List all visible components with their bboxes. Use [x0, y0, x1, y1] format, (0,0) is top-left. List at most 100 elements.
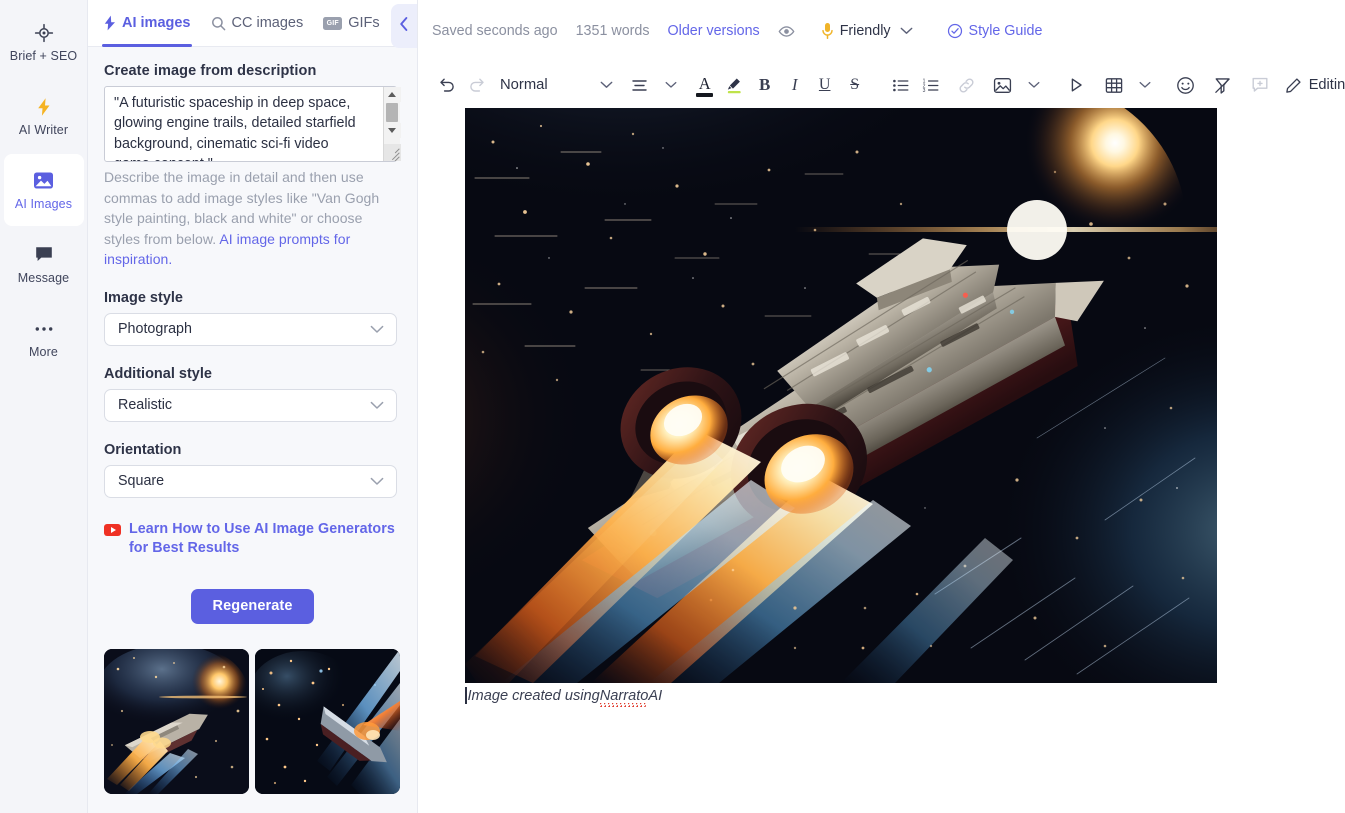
- clear-formatting-button[interactable]: [1208, 70, 1238, 100]
- misspelled-word: Narrato: [599, 687, 649, 704]
- chevron-left-icon: [399, 16, 409, 37]
- eye-icon[interactable]: [778, 23, 795, 40]
- strikethrough-button[interactable]: S: [840, 70, 870, 100]
- chevron-down-icon: [900, 27, 913, 35]
- sidebar-item-label: AI Writer: [18, 122, 69, 137]
- tab-ai-images[interactable]: AI images: [102, 0, 192, 47]
- thumbnail-image[interactable]: [104, 648, 249, 794]
- image-dropdown-chevron[interactable]: [1019, 70, 1049, 100]
- collapse-panel-button[interactable]: [391, 4, 417, 48]
- youtube-tutorial-link[interactable]: Learn How to Use AI Image Generators for…: [104, 520, 400, 559]
- older-versions-link[interactable]: Older versions: [668, 23, 760, 39]
- bold-label: B: [759, 75, 771, 94]
- regenerate-row: Regenerate: [104, 588, 401, 624]
- table-dropdown-chevron[interactable]: [1130, 70, 1160, 100]
- tone-selector[interactable]: Friendly: [821, 22, 913, 40]
- document-canvas: Image created using Narrato AI: [418, 108, 1345, 813]
- block-format-value: Normal: [500, 77, 548, 93]
- image-caption[interactable]: Image created using Narrato AI: [465, 687, 1217, 704]
- sidebar-item-label: Message: [17, 270, 70, 285]
- lightning-bolt-icon: [33, 96, 55, 118]
- tab-label: AI images: [122, 15, 191, 31]
- left-nav-rail: Brief + SEO AI Writer AI Images Message …: [0, 0, 88, 813]
- chat-bubble-icon: [33, 244, 55, 266]
- insert-image-button[interactable]: [988, 70, 1018, 100]
- prompt-scrollbar[interactable]: [383, 87, 401, 161]
- tab-gifs[interactable]: GIF GIFs: [322, 0, 380, 47]
- scrollbar-thumb[interactable]: [386, 103, 398, 122]
- panel-tab-bar: AI images CC images GIF GIFs: [88, 0, 417, 47]
- undo-button[interactable]: [432, 70, 462, 100]
- thumb-art-1: [104, 648, 249, 794]
- sidebar-item-ai-writer[interactable]: AI Writer: [4, 80, 84, 152]
- sidebar-item-message[interactable]: Message: [4, 228, 84, 300]
- gif-badge-icon: GIF: [323, 16, 343, 30]
- image-icon: [33, 170, 55, 192]
- sidebar-item-brief-seo[interactable]: Brief + SEO: [4, 6, 84, 78]
- insert-table-button[interactable]: [1099, 70, 1129, 100]
- prompt-textarea[interactable]: "A futuristic spaceship in deep space, g…: [104, 86, 397, 162]
- youtube-icon: [104, 523, 121, 536]
- tab-cc-images[interactable]: CC images: [210, 0, 305, 47]
- search-icon: [211, 16, 226, 31]
- resize-grip[interactable]: [383, 144, 401, 161]
- align-dropdown-chevron[interactable]: [656, 70, 686, 100]
- orientation-label: Orientation: [104, 441, 182, 458]
- image-style-label: Image style: [104, 289, 183, 306]
- text-color-icon: A: [698, 74, 711, 94]
- prompt-label: Create image from description: [104, 63, 317, 79]
- scroll-up-arrow[interactable]: [383, 87, 401, 102]
- pencil-icon: [1285, 77, 1302, 94]
- editing-mode-label: Editing: [1308, 77, 1345, 93]
- panel-content: Create image from description "A futuris…: [88, 47, 417, 813]
- insert-video-button[interactable]: [1061, 70, 1091, 100]
- add-comment-button[interactable]: [1245, 70, 1275, 100]
- sidebar-item-label: More: [29, 344, 58, 359]
- bold-button[interactable]: B: [750, 70, 780, 100]
- image-style-select[interactable]: Photograph: [104, 312, 397, 346]
- caption-prefix: Image created using: [467, 687, 600, 704]
- redo-button[interactable]: [462, 70, 492, 100]
- style-guide-button[interactable]: Style Guide: [947, 23, 1043, 39]
- scroll-down-arrow[interactable]: [383, 123, 401, 138]
- chevron-down-icon: [370, 477, 384, 486]
- emoji-button[interactable]: [1171, 70, 1201, 100]
- style-guide-label: Style Guide: [968, 23, 1043, 39]
- sidebar-item-ai-images[interactable]: AI Images: [3, 154, 84, 226]
- link-button[interactable]: [952, 70, 982, 100]
- target-icon: [33, 22, 55, 44]
- highlight-button[interactable]: [720, 70, 750, 100]
- sidebar-item-label: Brief + SEO: [9, 48, 78, 63]
- tone-value: Friendly: [839, 23, 891, 39]
- thumbnail-image[interactable]: [255, 648, 400, 794]
- youtube-link-label: Learn How to Use AI Image Generators for…: [129, 520, 395, 557]
- numbered-list-button[interactable]: 1 2 3: [916, 70, 946, 100]
- document-image[interactable]: [465, 108, 1217, 683]
- additional-style-select[interactable]: Realistic: [104, 388, 397, 422]
- chevron-down-icon: [370, 401, 384, 410]
- bullet-list-button[interactable]: [886, 70, 916, 100]
- align-button[interactable]: [625, 70, 655, 100]
- ai-images-panel: AI images CC images GIF GIFs Create imag…: [88, 0, 418, 813]
- orientation-select[interactable]: Square: [104, 464, 397, 498]
- underline-label: U: [818, 76, 831, 93]
- block-format-select[interactable]: Normal: [492, 70, 621, 100]
- thumb-art-2: [255, 648, 400, 794]
- italic-label: I: [791, 75, 798, 94]
- editing-mode-button[interactable]: Editing: [1275, 77, 1345, 94]
- document-editor: Saved seconds ago 1351 words Older versi…: [418, 0, 1345, 813]
- underline-button[interactable]: U: [810, 70, 840, 100]
- save-status: Saved seconds ago: [432, 23, 558, 39]
- italic-button[interactable]: I: [780, 70, 810, 100]
- chevron-down-icon: [600, 81, 613, 89]
- sidebar-item-more[interactable]: More: [4, 302, 84, 374]
- additional-style-label: Additional style: [104, 365, 212, 382]
- word-count: 1351 words: [575, 23, 650, 39]
- text-color-button[interactable]: A: [690, 70, 720, 100]
- additional-style-value: Realistic: [118, 397, 173, 414]
- ellipsis-icon: [33, 318, 55, 340]
- editor-status-bar: Saved seconds ago 1351 words Older versi…: [418, 0, 1345, 62]
- microphone-icon: [821, 22, 834, 40]
- regenerate-button[interactable]: Regenerate: [190, 588, 315, 624]
- app-root: Brief + SEO AI Writer AI Images Message …: [0, 0, 1345, 813]
